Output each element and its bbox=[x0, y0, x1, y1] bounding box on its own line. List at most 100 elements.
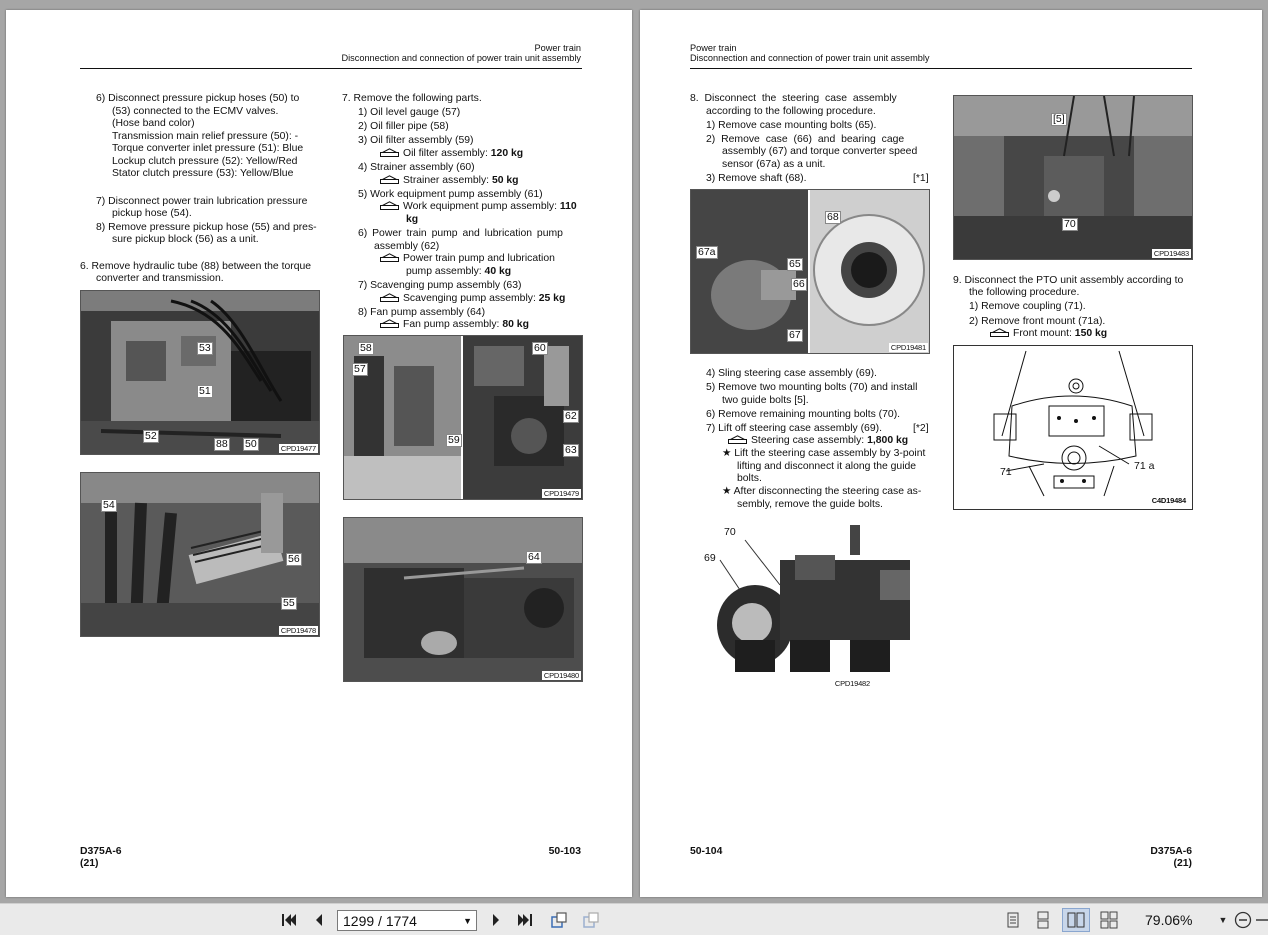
step-text: 5) Work equipment pump assembly (61) bbox=[358, 189, 543, 200]
weight-icon bbox=[380, 253, 399, 262]
zoom-out-button[interactable] bbox=[1233, 910, 1253, 930]
single-page-view-icon bbox=[1007, 912, 1019, 928]
callout-label: 70 bbox=[1062, 218, 1078, 231]
callout-label: 64 bbox=[526, 551, 542, 564]
fit-page-icon bbox=[583, 912, 599, 928]
step-text: 8) Fan pump assembly (64) bbox=[358, 307, 486, 318]
callout-label: 67 bbox=[787, 329, 803, 342]
step-text: 1) Oil level gauge (57) bbox=[358, 107, 461, 118]
step-text: 7) Scavenging pump assembly (63) bbox=[358, 280, 522, 291]
step-text: sensor (67a) as a unit. bbox=[722, 159, 826, 170]
photo-caption: CPD19482 bbox=[832, 679, 872, 688]
photo-hoses: 53 51 52 88 50 CPD19477 bbox=[80, 290, 320, 455]
photo-image bbox=[81, 473, 319, 636]
page-indicator-text: 1299 / 1774 bbox=[343, 913, 417, 929]
callout-label: 51 bbox=[197, 385, 213, 398]
previous-page-button[interactable] bbox=[309, 910, 329, 930]
step-text: (53) connected to the ECMV valves. bbox=[112, 106, 279, 117]
step-text: 1) Remove case mounting bolts (65). bbox=[706, 120, 877, 131]
weight-icon bbox=[380, 293, 399, 302]
step-text: two guide bolts [5]. bbox=[722, 395, 809, 406]
page-number-input[interactable]: 1299 / 1774 ▼ bbox=[337, 910, 477, 931]
callout-label: 54 bbox=[101, 499, 117, 512]
first-page-icon bbox=[282, 914, 296, 926]
next-page-icon bbox=[493, 914, 499, 926]
photo-steering-case-lifted: 70 69 CPD19482 bbox=[700, 525, 930, 688]
photo-caption: CPD19480 bbox=[541, 671, 581, 680]
previous-page-icon bbox=[316, 914, 322, 926]
footer-model: D375A-6 bbox=[80, 846, 122, 857]
zoom-dropdown[interactable]: ▼ bbox=[1218, 914, 1228, 926]
step-text: Transmission main relief pressure (50): … bbox=[112, 131, 299, 142]
photo-caption: CPD19477 bbox=[278, 444, 318, 453]
weight-icon bbox=[990, 328, 1009, 337]
rotate-icon bbox=[551, 912, 567, 928]
diagram-caption: C4D19484 bbox=[1149, 496, 1188, 505]
header-section: Power train bbox=[534, 43, 581, 53]
callout-label: 58 bbox=[358, 342, 374, 355]
weight-icon bbox=[380, 148, 399, 157]
step-text: 9. Disconnect the PTO unit assembly acco… bbox=[953, 275, 1184, 286]
weight-line: Front mount: 150 kg bbox=[990, 328, 1107, 341]
chevron-down-icon: ▼ bbox=[463, 916, 472, 926]
fit-page-button[interactable] bbox=[580, 910, 602, 930]
step-text: 5) Remove two mounting bolts (70) and in… bbox=[706, 382, 918, 393]
callout-label: 62 bbox=[563, 410, 579, 423]
photo-pumps: 58 57 59 60 62 63 CPD19479 bbox=[343, 335, 583, 500]
weight-icon bbox=[380, 319, 399, 328]
first-page-button[interactable] bbox=[278, 910, 300, 930]
rotate-button[interactable] bbox=[548, 910, 570, 930]
two-page-continuous-view-icon bbox=[1100, 911, 1118, 929]
step-text: 6) Power train pump and lubrication pump bbox=[358, 228, 563, 239]
zoom-level[interactable]: 79.06% bbox=[1145, 911, 1192, 929]
step-text: assembly (67) and torque converter speed bbox=[722, 146, 918, 157]
callout-label: 57 bbox=[352, 363, 368, 376]
two-page-continuous-view-button[interactable] bbox=[1098, 910, 1120, 930]
callout-label: 71 bbox=[1000, 466, 1012, 478]
left-document-page: Power train Disconnection and connection… bbox=[6, 10, 632, 897]
step-text: 8. Disconnect the steering case assembly bbox=[690, 93, 897, 104]
weight-line: Strainer assembly: 50 kg bbox=[380, 175, 519, 188]
photo-pickup-block: 54 56 55 CPD19478 bbox=[80, 472, 320, 637]
photo-caption: CPD19478 bbox=[278, 626, 318, 635]
step-text: 3) Remove shaft (68). bbox=[706, 173, 807, 184]
photo-fan-pump: 64 CPD19480 bbox=[343, 517, 583, 682]
step-text: 4) Strainer assembly (60) bbox=[358, 162, 475, 173]
zoom-out-icon bbox=[1234, 911, 1252, 929]
callout-label: 66 bbox=[791, 278, 807, 291]
step-text: (Hose band color) bbox=[112, 118, 195, 129]
callout-label: 69 bbox=[704, 552, 716, 564]
step-text: Lockup clutch pressure (52): Yellow/Red bbox=[112, 156, 298, 167]
photo-image bbox=[954, 96, 1192, 259]
callout-label: 71 a bbox=[1134, 460, 1155, 472]
step-text: 1) Remove coupling (71). bbox=[969, 301, 1086, 312]
callout-label: 50 bbox=[243, 438, 259, 451]
step-text: ★ Lift the steering case assembly by 3-p… bbox=[722, 448, 926, 459]
callout-label: 53 bbox=[197, 342, 213, 355]
next-page-button[interactable] bbox=[486, 910, 506, 930]
weight-line: Work equipment pump assembly: 110 bbox=[380, 201, 577, 214]
step-text: assembly (62) bbox=[374, 241, 440, 252]
callout-label: 67a bbox=[696, 246, 718, 259]
zoom-slider-handle[interactable] bbox=[1256, 910, 1268, 930]
viewer-toolbar: 1299 / 1774 ▼ 79.06% ▼ bbox=[0, 903, 1268, 935]
last-page-button[interactable] bbox=[514, 910, 536, 930]
step-text: 2) Remove case (66) and bearing cage bbox=[706, 134, 905, 145]
header-rule bbox=[690, 68, 1192, 69]
header-section: Power train bbox=[690, 43, 737, 53]
weight-line: pump assembly: 40 kg bbox=[406, 266, 512, 277]
two-page-view-button[interactable] bbox=[1062, 908, 1090, 932]
header-rule bbox=[80, 68, 582, 69]
reference-mark: [*2] bbox=[913, 423, 929, 434]
photo-image bbox=[717, 525, 910, 672]
photo-steering-case: 67a 65 66 67 68 CPD19481 bbox=[690, 189, 930, 354]
photo-caption: CPD19479 bbox=[541, 489, 581, 498]
single-page-view-button[interactable] bbox=[1002, 910, 1024, 930]
diagram-image bbox=[993, 350, 1153, 497]
photo-caption: CPD19481 bbox=[888, 343, 928, 352]
photo-image bbox=[344, 336, 582, 499]
continuous-view-button[interactable] bbox=[1032, 910, 1054, 930]
callout-label: 52 bbox=[143, 430, 159, 443]
photo-image bbox=[81, 291, 319, 454]
callout-label: 70 bbox=[724, 526, 736, 538]
